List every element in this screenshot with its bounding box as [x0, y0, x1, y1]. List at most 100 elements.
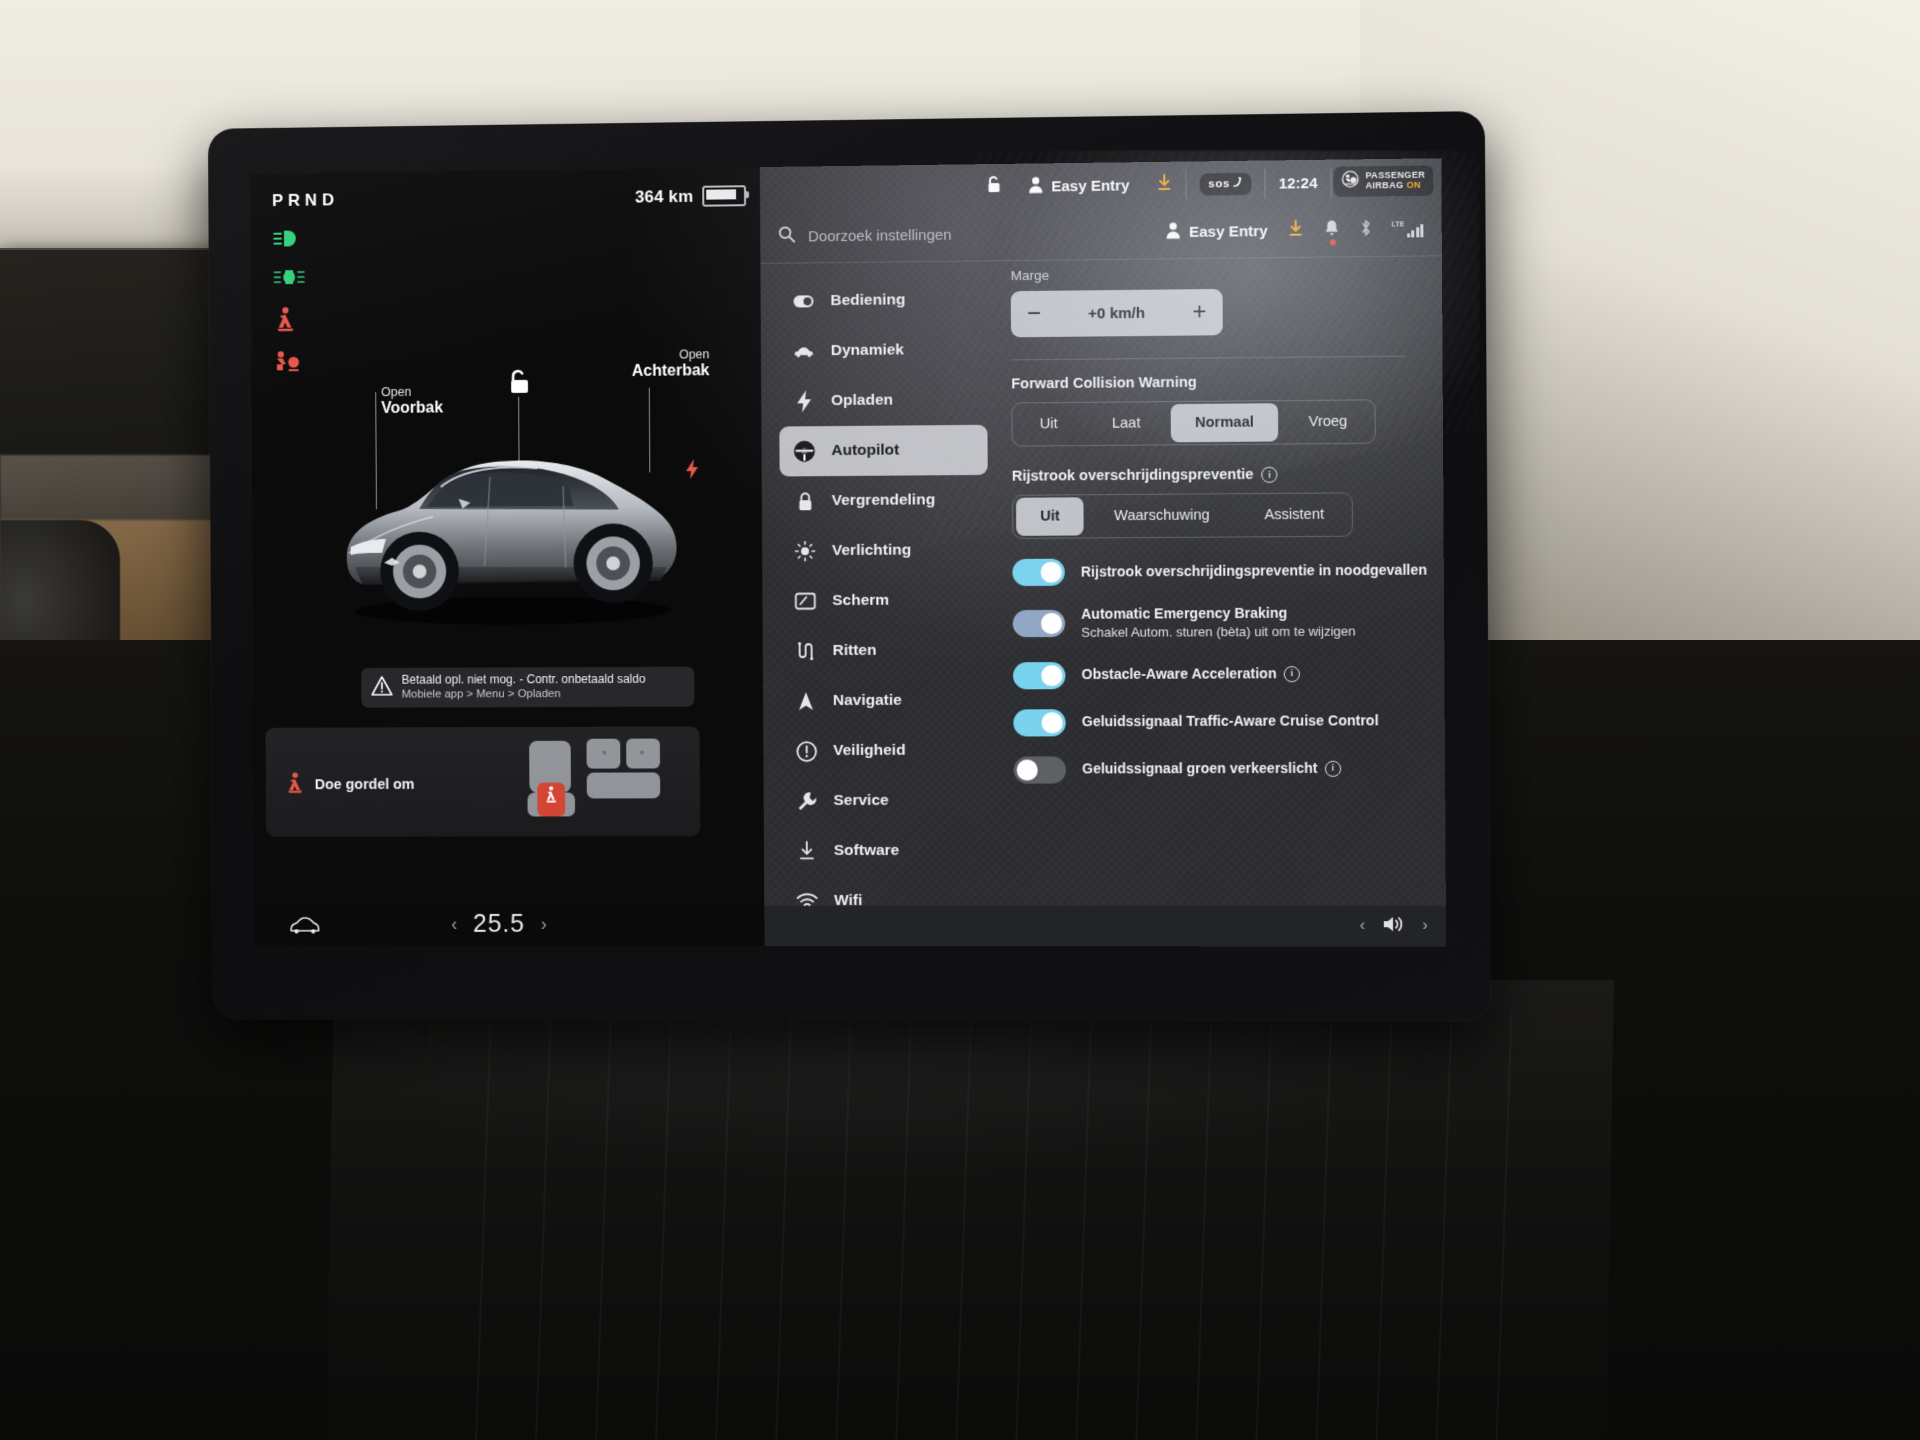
bell-badge — [1329, 238, 1336, 245]
callout-trunk-label: Achterbak — [631, 362, 710, 381]
settings-profile-button[interactable]: Easy Entry — [1166, 220, 1268, 242]
seatbelt-warning-icon — [273, 306, 306, 332]
sidebar-item-service[interactable]: Service — [781, 776, 989, 826]
car-front-icon[interactable] — [288, 914, 321, 941]
info-icon[interactable]: i — [1324, 760, 1341, 777]
toggle-title: Obstacle-Aware Acceleration — [1081, 665, 1277, 683]
person-icon — [1166, 221, 1181, 242]
passenger-airbag-indicator: PASSENGER AIRBAG ON — [1333, 165, 1434, 197]
toggle-title: Geluidssignaal groen verkeerslicht — [1082, 760, 1318, 777]
sidebar-label: Vergrendeling — [831, 491, 936, 510]
lane-departure-segmented-control[interactable]: Uit Waarschuwing Assistent — [1011, 492, 1353, 539]
tesla-touchscreen[interactable]: PRND 364 km Open Voorbak Open Achterbak … — [250, 158, 1447, 947]
status-bar: Easy Entry sos 12:24 PASSENGER AIRBAG ON — [760, 158, 1442, 213]
lane-departure-label: Rijstrook overschrijdingspreventie i — [1012, 466, 1427, 485]
media-next-button[interactable]: › — [1422, 917, 1428, 935]
search-icon — [778, 226, 796, 248]
toggle-tacc-chime[interactable] — [1013, 708, 1066, 736]
volume-icon[interactable] — [1381, 914, 1406, 939]
fcw-segmented-control[interactable]: Uit Laat Normaal Vroeg — [1011, 399, 1376, 447]
software-download-icon[interactable] — [1287, 219, 1304, 242]
toggle-row[interactable]: Geluidssignaal Traffic-Aware Cruise Cont… — [1013, 707, 1428, 736]
toggle-green-light-chime[interactable] — [1013, 755, 1067, 784]
margin-increase-button[interactable]: + — [1192, 298, 1206, 325]
trips-icon — [795, 640, 817, 662]
info-icon[interactable]: i — [1283, 666, 1300, 683]
media-prev-button[interactable]: ‹ — [1360, 917, 1366, 935]
seat-diagram — [492, 734, 691, 830]
charging-alert-line2: Mobiele app > Menu > Opladen — [401, 687, 561, 701]
toggle-subtitle: Schakel Autom. sturen (bèta) uit om te w… — [1081, 622, 1356, 640]
drive-info-pane: PRND 364 km Open Voorbak Open Achterbak … — [250, 167, 765, 906]
lane-option-waarschuwing[interactable]: Waarschuwing — [1090, 496, 1234, 535]
callout-trunk: Open Achterbak — [632, 347, 710, 381]
margin-decrease-button[interactable]: − — [1027, 300, 1041, 327]
sidebar-item-vergrendeling[interactable]: Vergrendeling — [780, 475, 988, 527]
toggle-obstacle-aware-acceleration[interactable] — [1013, 661, 1066, 689]
charging-alert-line1: Betaald opl. niet mog. - Contr. onbetaal… — [401, 672, 646, 688]
sidebar-label: Veiligheid — [833, 741, 906, 760]
sidebar-item-verlichting[interactable]: Verlichting — [780, 525, 988, 576]
sos-button[interactable]: sos — [1186, 161, 1265, 208]
toggle-row[interactable]: Rijstrook overschrijdingspreventie in no… — [1012, 556, 1428, 587]
bolt-icon — [793, 390, 815, 413]
media-bar: ‹ › — [764, 906, 1447, 947]
vehicle-illustration — [324, 405, 691, 636]
toggle-automatic-emergency-braking[interactable] — [1012, 610, 1066, 638]
toggle-row[interactable]: Geluidssignaal groen verkeerslicht i — [1013, 755, 1429, 784]
bluetooth-icon[interactable] — [1359, 218, 1372, 241]
info-icon[interactable]: i — [1261, 466, 1278, 483]
sidebar-item-opladen[interactable]: Opladen — [779, 375, 987, 427]
toggle-row[interactable]: Obstacle-Aware Acceleration i — [1013, 660, 1428, 689]
sidebar-label: Verlichting — [831, 541, 912, 560]
fcw-option-laat[interactable]: Laat — [1088, 404, 1165, 443]
sidebar-item-bediening[interactable]: Bediening — [778, 274, 986, 326]
temp-increase-button[interactable]: › — [541, 914, 547, 935]
clock-time: 12:24 — [1278, 174, 1318, 193]
sidebar-label: Navigatie — [832, 691, 902, 710]
sidebar-item-wifi[interactable]: Wifi — [782, 876, 990, 907]
fcw-option-vroeg[interactable]: Vroeg — [1284, 402, 1372, 441]
software-update-button[interactable] — [1142, 162, 1185, 209]
clock: 12:24 — [1265, 160, 1331, 207]
cellular-signal-icon: LTE — [1392, 221, 1424, 238]
fcw-option-uit[interactable]: Uit — [1015, 405, 1081, 444]
exclamation-circle-icon — [795, 740, 817, 762]
charging-alert-banner[interactable]: Betaald opl. niet mog. - Contr. onbetaal… — [361, 666, 695, 708]
toggle-emergency-lane-departure[interactable] — [1012, 558, 1065, 587]
sidebar-item-ritten[interactable]: Ritten — [781, 625, 989, 676]
sidebar-label: Scherm — [832, 591, 890, 610]
telltale-icons — [272, 228, 306, 374]
seatbelt-reminder-label: Doe gordel om — [314, 776, 415, 793]
sidebar-item-scherm[interactable]: Scherm — [780, 575, 988, 626]
settings-header: Doorzoek instellingen Easy Entry LTE — [760, 205, 1442, 261]
sidebar-label: Software — [833, 841, 900, 860]
temp-decrease-button[interactable]: ‹ — [451, 914, 457, 935]
lane-option-uit[interactable]: Uit — [1016, 497, 1085, 536]
toggle-title: Rijstrook overschrijdingspreventie in no… — [1080, 561, 1428, 580]
search-input[interactable]: Doorzoek instellingen — [778, 224, 952, 248]
bell-icon[interactable] — [1323, 219, 1339, 245]
sidebar-item-dynamiek[interactable]: Dynamiek — [779, 325, 987, 377]
margin-stepper[interactable]: − +0 km/h + — [1010, 288, 1223, 338]
toggle-title: Automatic Emergency Braking — [1081, 604, 1288, 622]
sidebar-label: Service — [833, 791, 889, 810]
sidebar-item-software[interactable]: Software — [782, 826, 990, 876]
sidebar-item-autopilot[interactable]: Autopilot — [779, 424, 988, 477]
climate-control[interactable]: ‹ 25.5 › — [451, 910, 547, 939]
toggle-row[interactable]: Automatic Emergency Braking Schakel Auto… — [1012, 604, 1428, 642]
fcw-option-normaal[interactable]: Normaal — [1170, 403, 1279, 443]
sidebar-item-veiligheid[interactable]: Veiligheid — [781, 726, 989, 777]
driver-profile-button[interactable]: Easy Entry — [1015, 162, 1143, 210]
unlocked-padlock-icon — [985, 175, 1002, 199]
toggle-title: Geluidssignaal Traffic-Aware Cruise Cont… — [1081, 712, 1379, 730]
temperature-value: 25.5 — [472, 909, 526, 938]
sidebar-item-navigatie[interactable]: Navigatie — [781, 675, 989, 726]
settings-profile-name: Easy Entry — [1189, 222, 1268, 241]
lane-option-assistent[interactable]: Assistent — [1240, 495, 1349, 534]
callout-trunk-prefix: Open — [678, 347, 710, 362]
seatbelt-reminder-card[interactable]: Doe gordel om — [265, 726, 701, 837]
fcw-label-text: Forward Collision Warning — [1011, 374, 1197, 393]
lock-status-button[interactable] — [972, 164, 1015, 211]
warning-triangle-icon — [371, 675, 393, 700]
